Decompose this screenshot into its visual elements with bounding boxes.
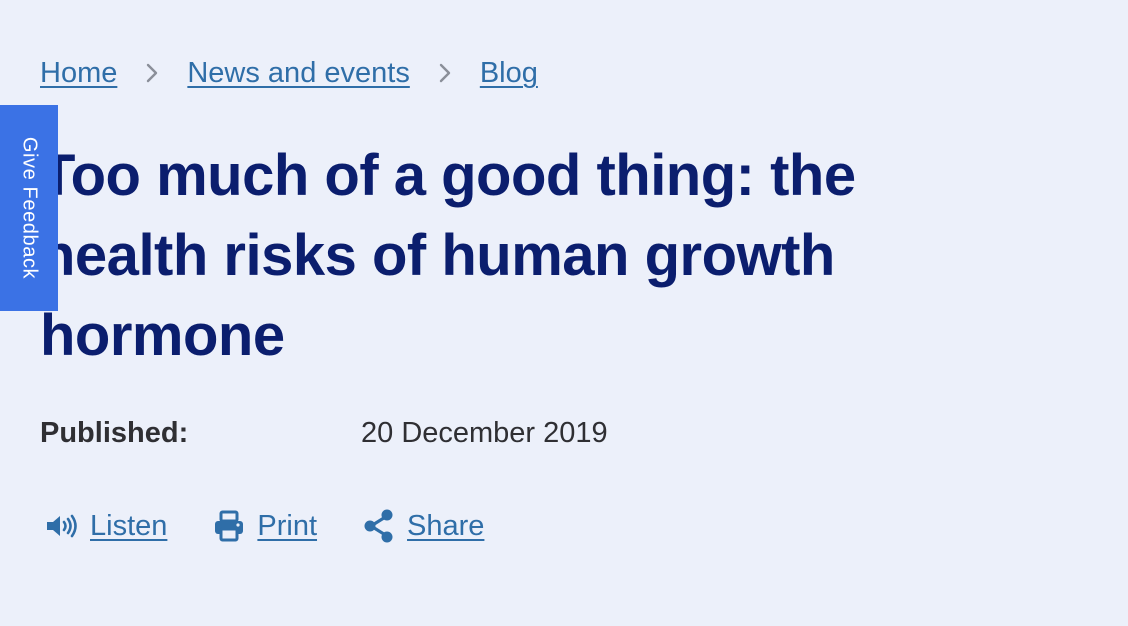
give-feedback-label: Give Feedback bbox=[18, 136, 41, 280]
share-button[interactable]: Share bbox=[361, 507, 484, 545]
give-feedback-tab[interactable]: Give Feedback bbox=[0, 105, 58, 311]
breadcrumb: Home News and events Blog bbox=[40, 54, 538, 92]
printer-icon bbox=[211, 507, 247, 545]
page-title: Too much of a good thing: the health ris… bbox=[40, 143, 856, 368]
listen-button[interactable]: Listen bbox=[44, 507, 167, 545]
breadcrumb-blog-link[interactable]: Blog bbox=[480, 54, 538, 92]
listen-label: Listen bbox=[90, 510, 168, 542]
chevron-right-icon bbox=[410, 54, 480, 92]
article-actions: Listen Print Share bbox=[44, 507, 528, 545]
print-label: Print bbox=[257, 510, 318, 542]
speaker-icon bbox=[44, 507, 80, 545]
published-date: 20 December 2019 bbox=[361, 417, 608, 449]
share-label: Share bbox=[407, 510, 485, 542]
print-button[interactable]: Print bbox=[211, 507, 317, 545]
breadcrumb-news-and-events-link[interactable]: News and events bbox=[187, 54, 409, 92]
share-icon bbox=[361, 507, 397, 545]
published-label: Published: bbox=[40, 417, 189, 449]
breadcrumb-home-link[interactable]: Home bbox=[40, 54, 117, 92]
chevron-right-icon bbox=[117, 54, 187, 92]
